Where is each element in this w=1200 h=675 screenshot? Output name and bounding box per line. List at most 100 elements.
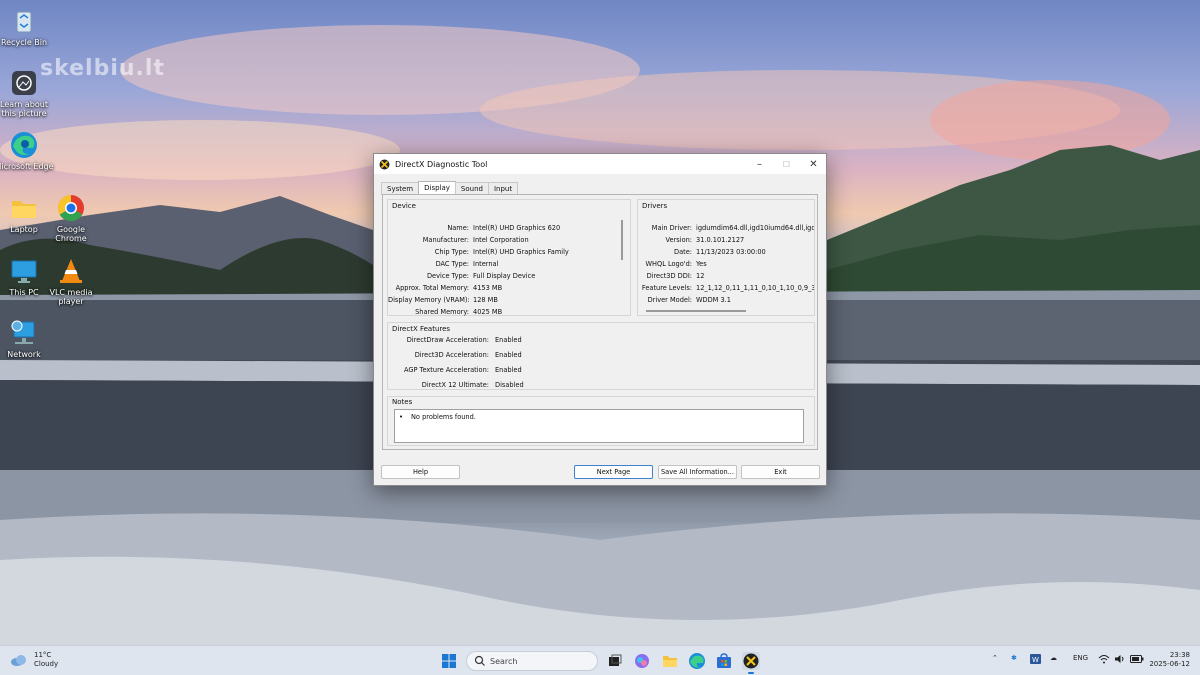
network-desktop-icon[interactable]: Network (0, 318, 55, 359)
weather-widget[interactable]: 11°C Cloudy (10, 651, 58, 669)
edge-desktop-icon[interactable]: Microsoft Edge (0, 130, 55, 171)
device-row: Device Type: Full Display Device (426, 272, 536, 280)
taskbar-search-box[interactable]: Search (466, 651, 598, 671)
store-icon (717, 653, 731, 668)
next-page-button[interactable]: Next Page (574, 465, 653, 479)
directx-features-group: DirectX Features DirectDraw Acceleration… (387, 322, 815, 390)
language-indicator[interactable]: ENG (1073, 654, 1088, 662)
feature-row: Direct3D Acceleration: Enabled (414, 351, 522, 359)
chrome-icon (56, 193, 86, 223)
edge-label: Microsoft Edge (0, 162, 54, 171)
network-icon (9, 318, 39, 348)
tab-display[interactable]: Display (418, 181, 456, 195)
weather-temp: 11°C (34, 651, 52, 659)
device-row: Chip Type: Intel(R) UHD Graphics Family (434, 248, 569, 256)
wifi-tray-icon[interactable] (1098, 654, 1110, 666)
active-app-indicator (748, 672, 754, 674)
search-placeholder: Search (490, 656, 518, 666)
drivers-group-title: Drivers (642, 202, 668, 210)
close-button[interactable]: ✕ (800, 154, 827, 174)
notes-group-title: Notes (392, 398, 413, 406)
maximize-button[interactable]: ☐ (773, 154, 800, 174)
window-title: DirectX Diagnostic Tool (395, 159, 488, 169)
word-tray-icon[interactable]: W (1030, 654, 1041, 666)
driver-row: Driver Model: WDDM 3.1 (647, 296, 731, 304)
driver-row: WHQL Logo'd: Yes (645, 260, 707, 268)
taskbar: 11°C Cloudy Search ⌃ ✱ W ☁ ENG 23:38 202… (0, 645, 1200, 675)
device-scrollbar[interactable] (621, 220, 623, 260)
feature-row: AGP Texture Acceleration: Enabled (403, 366, 522, 374)
vlc-desktop-icon[interactable]: VLC media player (40, 256, 102, 306)
watermark-text: skelbiu.lt (40, 56, 165, 81)
device-row: Shared Memory: 4025 MB (415, 308, 503, 316)
volume-tray-icon[interactable] (1114, 654, 1126, 666)
edge-taskbar-button[interactable] (688, 652, 706, 670)
file-explorer-button[interactable] (661, 652, 679, 670)
battery-icon (1130, 655, 1144, 663)
directx-taskbar-button[interactable] (742, 652, 760, 674)
save-all-information-button[interactable]: Save All Information... (658, 465, 737, 479)
device-row: Display Memory (VRAM): 128 MB (388, 296, 498, 304)
learn-picture-label: Learn about this picture (0, 100, 48, 118)
vlc-label: VLC media player (49, 288, 93, 306)
copilot-icon (635, 654, 649, 668)
battery-tray-icon[interactable] (1130, 654, 1144, 666)
notes-textbox[interactable]: • No problems found. (394, 409, 804, 443)
directx-diagnostic-window: DirectX Diagnostic Tool – ☐ ✕ System Dis… (373, 153, 827, 486)
feature-row: DirectDraw Acceleration: Enabled (406, 336, 522, 344)
minimize-button[interactable]: – (746, 154, 773, 174)
drivers-hscrollbar[interactable] (646, 310, 746, 312)
features-group-title: DirectX Features (392, 325, 451, 333)
system-clock[interactable]: 23:38 2025-06-12 (1149, 651, 1190, 669)
learn-picture-desktop-icon[interactable]: Learn about this picture (0, 68, 55, 118)
directx-app-icon (379, 159, 390, 169)
clock-date: 2025-06-12 (1149, 660, 1190, 668)
bluetooth-tray-icon[interactable]: ✱ (1011, 654, 1017, 662)
tray-overflow-chevron[interactable]: ⌃ (992, 654, 998, 662)
driver-row: Feature Levels: 12_1,12_0,11_1,11_0,10_1,… (641, 284, 815, 292)
svg-text:W: W (1032, 656, 1039, 664)
store-button[interactable] (715, 652, 733, 670)
folder-icon (663, 656, 677, 667)
window-titlebar[interactable]: DirectX Diagnostic Tool – ☐ ✕ (374, 154, 826, 174)
device-group-title: Device (392, 202, 416, 210)
drivers-group: Drivers Main Driver: igdumdim64.dll,igd10… (637, 199, 815, 316)
feature-row: DirectX 12 Ultimate: Disabled (421, 381, 524, 389)
device-group: Device Name: Intel(R) UHD Graphics 620 Ma… (387, 199, 631, 316)
task-view-button[interactable] (606, 652, 624, 670)
recycle-bin-label: Recycle Bin (0, 38, 48, 47)
device-row: Manufacturer: Intel Corporation (422, 236, 529, 244)
speaker-icon (1115, 655, 1124, 663)
driver-row: Direct3D DDI: 12 (646, 272, 705, 280)
chrome-label: Google Chrome (55, 225, 87, 243)
notes-text: No problems found. (411, 413, 476, 421)
driver-row: Version: 31.0.101.2127 (665, 236, 745, 244)
folder-icon (9, 193, 39, 223)
chrome-desktop-icon[interactable]: Google Chrome (40, 193, 102, 243)
close-icon: ✕ (809, 158, 818, 170)
chevron-up-icon: ⌃ (992, 654, 998, 662)
cloud-sync-tray-icon[interactable]: ☁ (1050, 654, 1057, 662)
weather-condition: Cloudy (34, 660, 59, 668)
camera-icon (9, 68, 39, 98)
vlc-cone-icon (56, 256, 86, 286)
device-row: DAC Type: Internal (435, 260, 499, 268)
notes-group: Notes • No problems found. (387, 396, 815, 446)
exit-button[interactable]: Exit (741, 465, 820, 479)
cloud-icon (11, 655, 26, 666)
driver-row: Date: 11/13/2023 03:00:00 (674, 248, 766, 256)
device-row: Approx. Total Memory: 4153 MB (395, 284, 503, 292)
wifi-icon (1098, 655, 1110, 664)
search-icon (474, 655, 485, 666)
directx-icon (743, 653, 759, 669)
copilot-button[interactable] (633, 652, 651, 670)
edge-icon (9, 130, 39, 160)
help-button[interactable]: Help (381, 465, 460, 479)
word-icon: W (1030, 654, 1041, 664)
start-button[interactable] (440, 652, 458, 670)
windows-icon (442, 654, 456, 668)
clock-time: 23:38 (1169, 651, 1190, 659)
recycle-bin-desktop-icon[interactable]: Recycle Bin (0, 6, 55, 47)
maximize-icon: ☐ (782, 159, 791, 169)
device-row: Name: Intel(R) UHD Graphics 620 (447, 224, 561, 232)
